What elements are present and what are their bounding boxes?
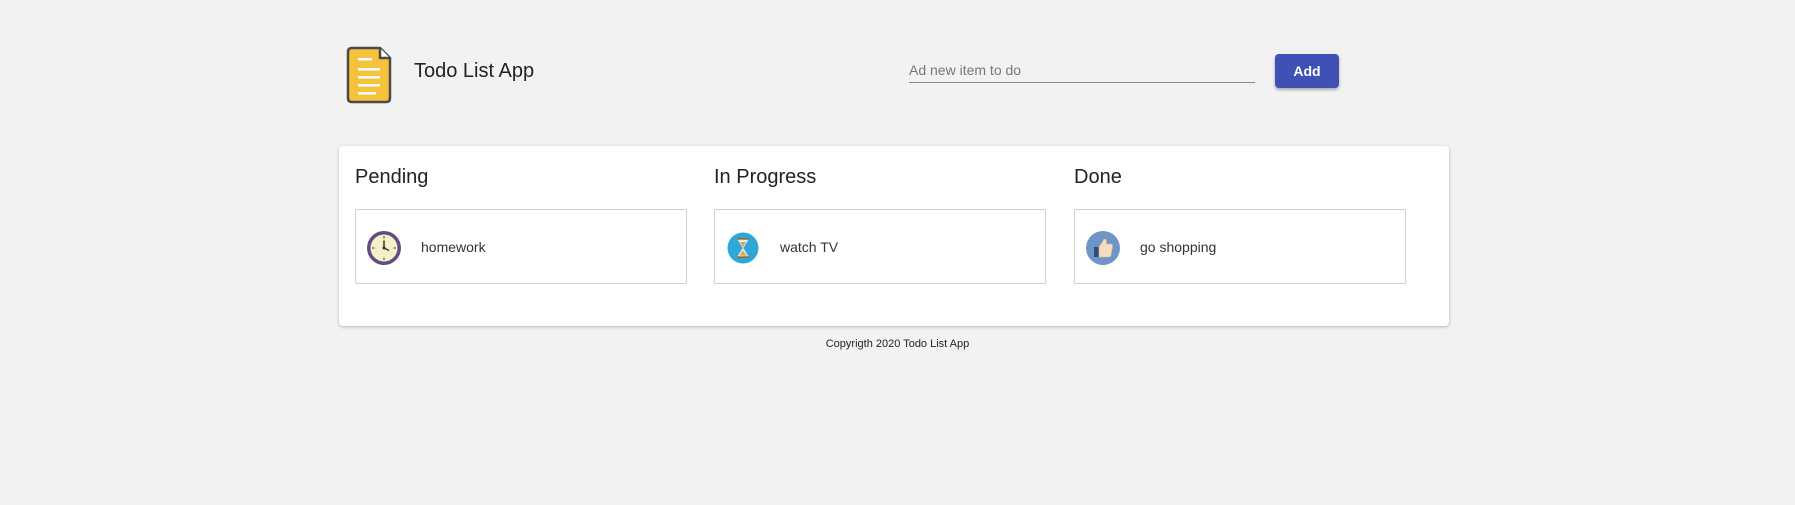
task-board: Pending homework In Progress watch TV Do… xyxy=(339,146,1449,326)
app-header: Todo List App Add xyxy=(0,0,1795,140)
column-title: In Progress xyxy=(714,166,817,188)
new-item-input[interactable] xyxy=(909,58,1255,83)
thumbs-up-icon xyxy=(1086,231,1120,265)
clock-icon xyxy=(367,231,401,265)
task-card[interactable]: homework xyxy=(355,209,687,284)
task-label: go shopping xyxy=(1140,239,1217,255)
task-label: homework xyxy=(421,239,486,255)
add-button[interactable]: Add xyxy=(1275,54,1339,88)
task-card[interactable]: go shopping xyxy=(1074,209,1406,284)
task-label: watch TV xyxy=(780,239,839,255)
column-title: Pending xyxy=(355,166,429,188)
footer-copyright: Copyrigth 2020 Todo List App xyxy=(825,338,970,350)
hourglass-icon xyxy=(727,232,759,264)
column-title: Done xyxy=(1074,166,1122,188)
document-icon xyxy=(346,46,392,104)
app-title: Todo List App xyxy=(414,60,535,82)
task-card[interactable]: watch TV xyxy=(714,209,1046,284)
